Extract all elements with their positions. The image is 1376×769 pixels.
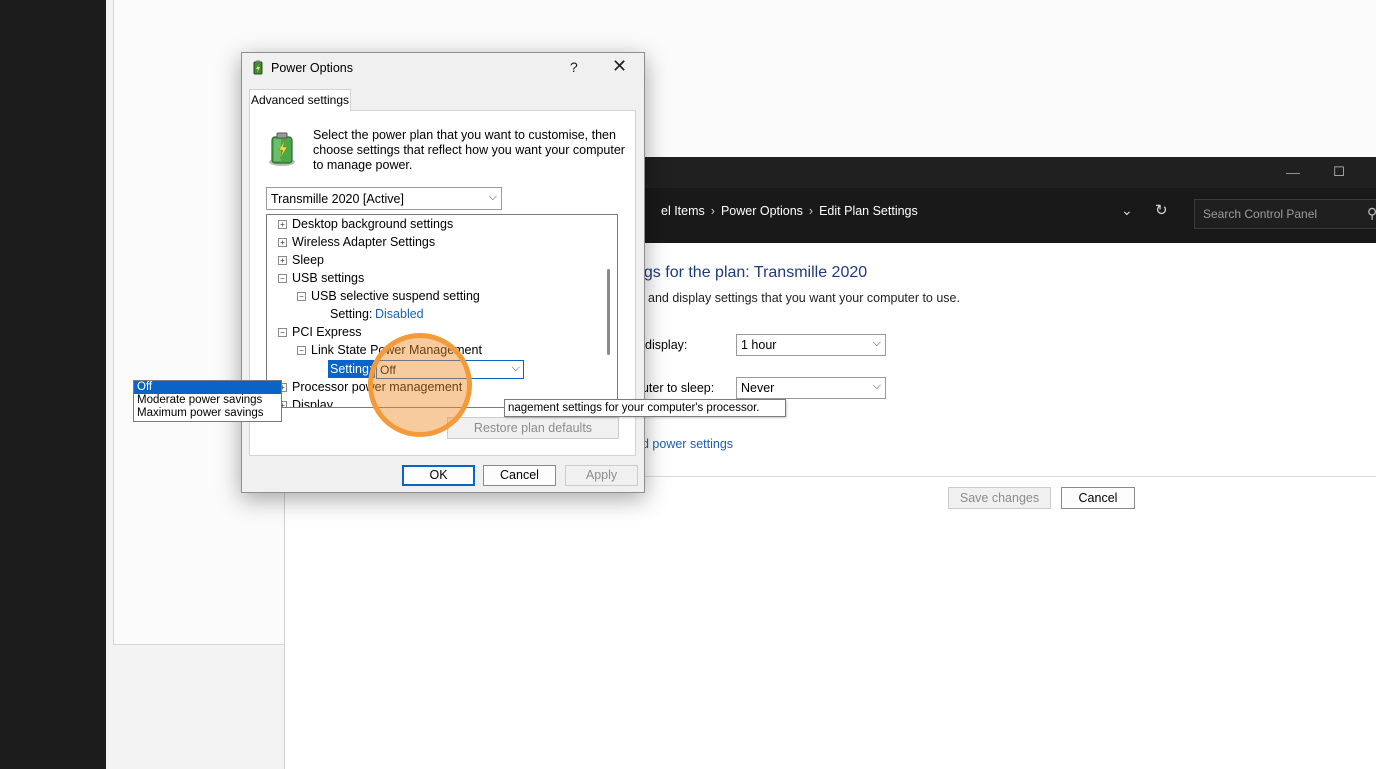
- page-subtitle: and display settings that you want your …: [648, 291, 960, 305]
- expand-icon[interactable]: +: [278, 256, 287, 265]
- desktop-left-strip: [0, 0, 106, 769]
- expand-icon[interactable]: +: [278, 220, 287, 229]
- setting-options-list[interactable]: Off Moderate power savings Maximum power…: [133, 380, 282, 422]
- select-value: 1 hour: [741, 338, 777, 352]
- tab-advanced-settings[interactable]: Advanced settings: [249, 89, 351, 111]
- tree-item-label: USB selective suspend setting: [311, 289, 480, 303]
- search-input[interactable]: Search Control Panel: [1203, 207, 1317, 221]
- select-value: Never: [741, 381, 775, 395]
- divider: [605, 476, 1376, 477]
- apply-button[interactable]: Apply: [565, 465, 638, 486]
- tree-item-label: USB settings: [292, 271, 365, 285]
- tree-item-label: Sleep: [292, 253, 324, 267]
- maximize-icon[interactable]: ☐: [1329, 163, 1349, 181]
- tree-scrollbar-thumb[interactable]: [607, 269, 610, 355]
- cancel-button[interactable]: Cancel: [1061, 487, 1135, 509]
- collapse-icon[interactable]: −: [297, 346, 306, 355]
- sleep-label: puter to sleep:: [635, 381, 715, 395]
- advanced-settings-link[interactable]: d power settings: [642, 437, 733, 451]
- minimize-icon[interactable]: —: [1283, 163, 1303, 181]
- chevron-down-icon: ⌵: [872, 337, 881, 349]
- ok-button[interactable]: OK: [402, 465, 475, 486]
- chevron-down-icon[interactable]: ⌄: [1121, 202, 1133, 219]
- search-icon[interactable]: ⚲: [1367, 205, 1376, 222]
- collapse-icon[interactable]: −: [278, 328, 287, 337]
- dialog-intro-text: Select the power plan that you want to c…: [313, 128, 625, 172]
- collapse-icon[interactable]: −: [278, 274, 287, 283]
- tooltip: nagement settings for your computer's pr…: [504, 399, 786, 417]
- page-title: ngs for the plan: Transmille 2020: [635, 264, 868, 281]
- tree-item-label: Setting:: [330, 307, 373, 321]
- cancel-button[interactable]: Cancel: [483, 465, 556, 486]
- tree-item-label: Display: [292, 398, 333, 408]
- chevron-right-icon: ›: [808, 204, 814, 218]
- dialog-titlebar: Power Options ? ✕: [242, 53, 644, 83]
- breadcrumb: el Items › Power Options › Edit Plan Setting…: [661, 204, 924, 218]
- turn-off-display-label: display:: [645, 338, 688, 352]
- tree-item-label: Wireless Adapter Settings: [292, 235, 436, 249]
- chevron-right-icon: ›: [710, 204, 715, 218]
- collapse-icon[interactable]: −: [297, 292, 306, 301]
- breadcrumb-item-control-panel-items[interactable]: el Items: [661, 204, 705, 218]
- expand-icon[interactable]: +: [278, 238, 287, 247]
- search-box[interactable]: Search Control Panel ⚲: [1194, 199, 1376, 229]
- chevron-down-icon: ⌵: [488, 191, 497, 203]
- close-icon[interactable]: ✕: [612, 56, 627, 77]
- save-changes-button[interactable]: Save changes: [948, 487, 1051, 509]
- tree-item-label: Desktop background settings: [292, 217, 454, 231]
- option-moderate-power-savings[interactable]: Moderate power savings: [134, 394, 281, 407]
- tree-item-label: PCI Express: [292, 325, 362, 339]
- option-maximum-power-savings[interactable]: Maximum power savings: [134, 407, 281, 420]
- chevron-down-icon: ⌵: [511, 362, 520, 374]
- breadcrumb-item-edit-plan-settings[interactable]: Edit Plan Settings: [819, 204, 918, 218]
- help-icon[interactable]: ?: [570, 59, 578, 75]
- refresh-icon[interactable]: ↻: [1155, 201, 1168, 219]
- power-options-icon: [253, 60, 263, 75]
- battery-plan-icon: [269, 132, 295, 166]
- power-plan-select[interactable]: Transmille 2020 [Active] ⌵: [266, 187, 502, 210]
- option-off[interactable]: Off: [134, 381, 281, 394]
- chevron-down-icon: ⌵: [872, 380, 881, 392]
- sleep-select[interactable]: Never ⌵: [736, 377, 886, 399]
- restore-plan-defaults-button[interactable]: Restore plan defaults: [447, 417, 619, 439]
- setting-value-link[interactable]: Disabled: [375, 305, 424, 323]
- turn-off-display-select[interactable]: 1 hour ⌵: [736, 334, 886, 356]
- breadcrumb-item-power-options[interactable]: Power Options: [721, 204, 803, 218]
- select-value: Transmille 2020 [Active]: [271, 192, 404, 206]
- click-highlight-circle: [368, 333, 472, 437]
- dialog-title: Power Options: [271, 61, 353, 75]
